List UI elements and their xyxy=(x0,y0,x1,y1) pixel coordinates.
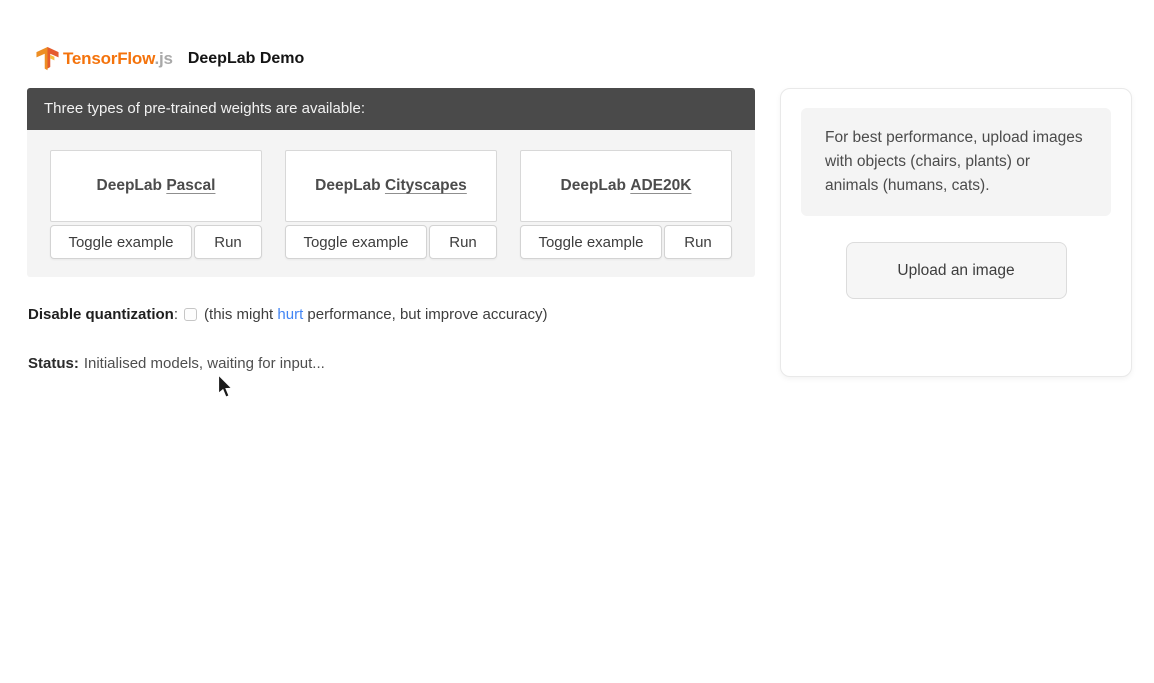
model-prefix: DeepLab xyxy=(560,177,626,194)
toggle-example-button-ade20k[interactable]: Toggle example xyxy=(520,225,662,259)
model-link-ade20k[interactable]: ADE20K xyxy=(630,177,691,195)
status-row: Status: Initialised models, waiting for i… xyxy=(28,355,325,372)
model-card-ade20k: DeepLab ADE20K Toggle example Run xyxy=(520,150,732,259)
mouse-cursor-icon xyxy=(217,374,234,398)
run-button-ade20k[interactable]: Run xyxy=(664,225,732,259)
run-button-pascal[interactable]: Run xyxy=(194,225,262,259)
brand-name: TensorFlow.js xyxy=(63,49,174,68)
upload-panel: For best performance, upload images with… xyxy=(780,88,1132,377)
status-message: Initialised models, waiting for input... xyxy=(83,355,325,372)
run-button-cityscapes[interactable]: Run xyxy=(429,225,497,259)
brand-suffix: .js xyxy=(154,49,174,68)
hurt-link[interactable]: hurt xyxy=(277,306,303,323)
model-link-pascal[interactable]: Pascal xyxy=(166,177,215,195)
page-header: TensorFlow.js DeepLab Demo xyxy=(36,47,304,71)
model-card-cityscapes: DeepLab Cityscapes Toggle example Run xyxy=(285,150,497,259)
quantization-separator: : xyxy=(173,306,179,323)
tensorflow-logo-icon xyxy=(36,47,59,71)
page-title: DeepLab Demo xyxy=(187,50,305,67)
quantization-note: (this might hurt performance, but improv… xyxy=(204,306,548,323)
disable-quantization-checkbox[interactable] xyxy=(184,308,198,321)
model-title-pascal: DeepLab Pascal xyxy=(50,150,262,222)
models-section: DeepLab Pascal Toggle example Run DeepLa… xyxy=(27,130,755,277)
model-title-ade20k: DeepLab ADE20K xyxy=(520,150,732,222)
upload-hint: For best performance, upload images with… xyxy=(801,108,1111,216)
model-link-cityscapes[interactable]: Cityscapes xyxy=(385,177,467,195)
model-buttons-ade20k: Toggle example Run xyxy=(520,225,732,259)
quantization-row: Disable quantization: (this might hurt p… xyxy=(28,306,548,323)
toggle-example-button-pascal[interactable]: Toggle example xyxy=(50,225,192,259)
toggle-example-button-cityscapes[interactable]: Toggle example xyxy=(285,225,427,259)
model-card-pascal: DeepLab Pascal Toggle example Run xyxy=(50,150,262,259)
model-prefix: DeepLab xyxy=(315,177,381,194)
upload-image-button[interactable]: Upload an image xyxy=(845,242,1067,299)
model-prefix: DeepLab xyxy=(96,177,162,194)
info-banner: Three types of pre-trained weights are a… xyxy=(27,88,755,130)
tensorflow-js-logo[interactable]: TensorFlow.js xyxy=(36,47,173,71)
deeplab-demo-page: TensorFlow.js DeepLab Demo Three types o… xyxy=(0,0,1154,683)
model-buttons-pascal: Toggle example Run xyxy=(50,225,262,259)
quantization-label: Disable quantization xyxy=(28,306,174,323)
model-title-cityscapes: DeepLab Cityscapes xyxy=(285,150,497,222)
status-label: Status: xyxy=(28,355,79,372)
model-buttons-cityscapes: Toggle example Run xyxy=(285,225,497,259)
